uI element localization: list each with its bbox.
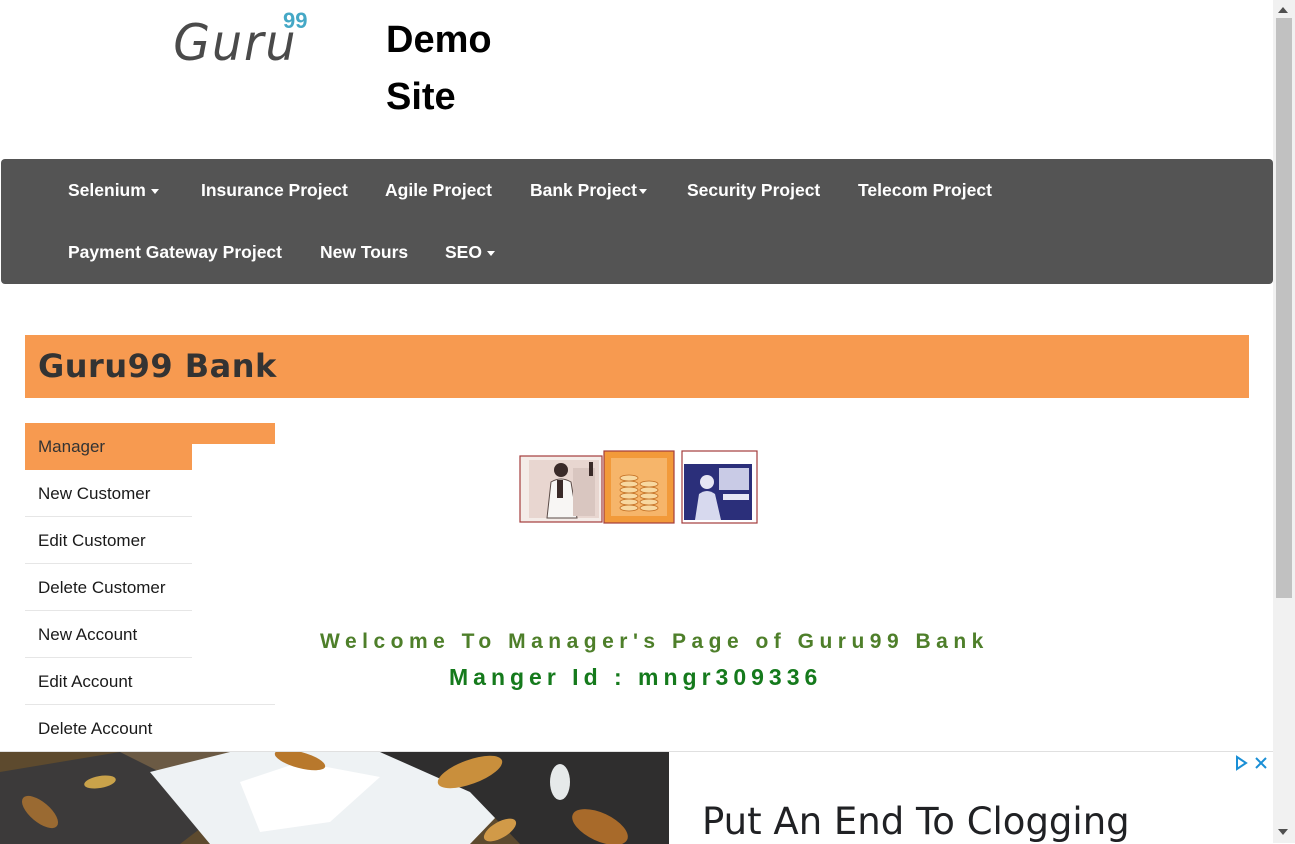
nav-payment-gateway-project[interactable]: Payment Gateway Project xyxy=(68,242,282,263)
nav-new-tours[interactable]: New Tours xyxy=(320,242,408,263)
sidebar-item-edit-account[interactable]: Edit Account xyxy=(25,658,275,705)
main-navbar: Selenium Insurance Project Agile Project… xyxy=(1,159,1273,284)
welcome-message: Welcome To Manager's Page of Guru99 Bank xyxy=(320,630,989,653)
close-icon[interactable] xyxy=(1255,757,1267,769)
manager-id-text: Manger Id : mngr309336 xyxy=(449,664,823,690)
guru99-logo[interactable]: Guru 99 xyxy=(170,8,320,72)
nav-bank-project-label: Bank Project xyxy=(530,180,637,200)
nav-security-project[interactable]: Security Project xyxy=(687,180,820,201)
nav-seo-label: SEO xyxy=(445,242,482,262)
adchoices-icon[interactable] xyxy=(1236,755,1248,771)
sidebar-item-delete-account[interactable]: Delete Account xyxy=(25,705,275,752)
scroll-up-arrow-icon[interactable] xyxy=(1278,7,1288,13)
sidebar-item-new-customer[interactable]: New Customer xyxy=(25,470,192,517)
scroll-down-arrow-icon[interactable] xyxy=(1278,829,1288,835)
bank-title: Guru99 Bank xyxy=(38,347,277,385)
sidebar-item-new-account[interactable]: New Account xyxy=(25,611,192,658)
bank-image xyxy=(519,448,759,526)
ad-image[interactable] xyxy=(0,752,669,844)
bank-collage-graphic xyxy=(519,450,758,524)
nav-bank-project[interactable]: Bank Project xyxy=(530,180,647,201)
ad-banner[interactable]: Put An End To Clogging xyxy=(0,751,1273,844)
ad-headline[interactable]: Put An End To Clogging xyxy=(702,800,1130,843)
ad-photo-leaves-snow xyxy=(0,752,669,844)
caret-down-icon xyxy=(150,188,159,194)
nav-seo[interactable]: SEO xyxy=(445,242,495,263)
ad-controls xyxy=(1234,754,1270,772)
nav-selenium-label: Selenium xyxy=(68,180,146,200)
nav-telecom-project[interactable]: Telecom Project xyxy=(858,180,992,201)
scrollbar-thumb[interactable] xyxy=(1276,18,1292,598)
bank-banner: Guru99 Bank xyxy=(25,335,1249,398)
sidebar-accent-strip xyxy=(192,423,275,444)
nav-agile-project[interactable]: Agile Project xyxy=(385,180,492,201)
site-title: Demo Site xyxy=(386,19,492,118)
nav-insurance-project[interactable]: Insurance Project xyxy=(201,180,348,201)
sidebar-item-edit-customer[interactable]: Edit Customer xyxy=(25,517,192,564)
page-scrollbar[interactable] xyxy=(1273,0,1295,843)
nav-selenium[interactable]: Selenium xyxy=(68,180,159,201)
caret-down-icon xyxy=(486,250,495,256)
sidebar-item-manager[interactable]: Manager xyxy=(25,423,192,470)
caret-down-icon xyxy=(638,188,647,194)
sidebar-item-delete-customer[interactable]: Delete Customer xyxy=(25,564,192,611)
logo-text: Guru xyxy=(173,14,298,72)
logo-superscript: 99 xyxy=(283,8,308,33)
